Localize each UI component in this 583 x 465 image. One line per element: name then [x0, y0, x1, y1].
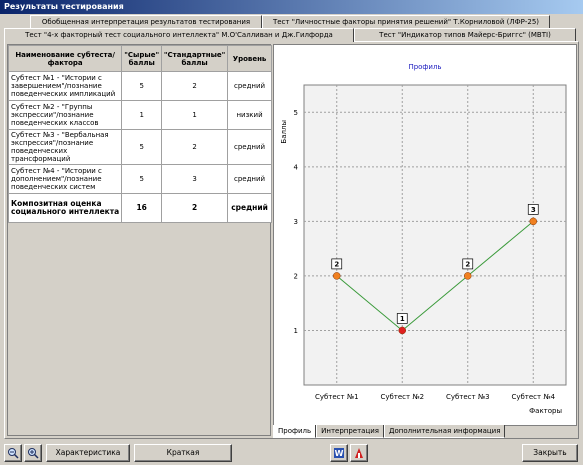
cell-raw: 1 — [121, 100, 163, 130]
cell-name: Субтест №4 - "Истории с дополнением"/поз… — [7, 164, 123, 194]
y-tick-label: 2 — [294, 272, 298, 280]
point-label: 2 — [465, 260, 470, 268]
bottom-toolbar: Характеристика Краткая характеристика W … — [0, 441, 583, 465]
y-axis-label: Баллы — [280, 120, 288, 144]
tab-additional-info[interactable]: Дополнительная информация — [383, 425, 506, 438]
table-row[interactable]: Субтест №2 - "Группы экспрессии"/познани… — [7, 100, 272, 130]
content-panel: Наименование субтеста/фактора "Сырые" ба… — [4, 41, 579, 439]
cell-raw: 5 — [121, 71, 163, 101]
data-point — [529, 217, 537, 226]
zoom-in-icon — [28, 448, 39, 459]
tab-interpretation[interactable]: Интерпретация — [316, 425, 384, 438]
x-tick-label: Субтест №2 — [380, 393, 424, 401]
cell-level: низкий — [227, 100, 272, 130]
cell-name: Субтест №3 - "Вербальная экспрессия"/поз… — [7, 129, 123, 165]
cell-level: средний — [227, 71, 272, 101]
word-export-icon: W — [334, 448, 344, 458]
results-table: Наименование субтеста/фактора "Сырые" ба… — [7, 44, 272, 436]
y-tick-label: 5 — [294, 109, 298, 117]
pdf-export-button[interactable] — [350, 444, 368, 462]
cell-standard: 3 — [161, 164, 229, 194]
svg-text:W: W — [335, 449, 344, 458]
header-standard: "Стандартные" баллы — [161, 45, 229, 72]
chart-title: Профиль — [408, 63, 441, 71]
short-characteristic-button[interactable]: Краткая характеристика — [134, 444, 232, 465]
tab-overall-interpretation[interactable]: Обобщенная интерпретация результатов тес… — [30, 15, 262, 28]
pdf-export-icon — [355, 448, 363, 458]
header-name: Наименование субтеста/фактора — [7, 45, 123, 72]
cell-standard: 2 — [161, 71, 229, 101]
y-tick-labels: 1 2 3 4 5 — [294, 109, 299, 335]
window-title: Результаты тестирования — [0, 0, 583, 14]
cell-raw: 5 — [121, 129, 163, 165]
close-button[interactable]: Закрыть — [522, 444, 578, 462]
y-tick-label: 1 — [294, 327, 298, 335]
header-level: Уровень — [227, 45, 272, 72]
cell-raw: 16 — [121, 193, 163, 223]
zoom-in-button[interactable] — [24, 444, 42, 462]
tab-row-bottom: Тест "4-х факторный тест социального инт… — [4, 28, 576, 42]
cell-level: средний — [227, 129, 272, 165]
data-point — [398, 326, 406, 335]
cell-raw: 5 — [121, 164, 163, 194]
cell-standard: 1 — [161, 100, 229, 130]
profile-chart-svg: Профиль 12345 Субтест №1 Субтест №2 Субтес… — [280, 63, 567, 415]
zoom-out-button[interactable] — [4, 444, 22, 462]
x-tick-label: Субтест №4 — [511, 393, 555, 401]
profile-chart: Профиль 12345 Субтест №1 Субтест №2 Субтес… — [273, 44, 577, 426]
y-tick-label: 3 — [294, 218, 298, 226]
table-row[interactable]: Субтест №3 - "Вербальная экспрессия"/поз… — [7, 129, 272, 165]
table-row-composite[interactable]: Композитная оценка социального интеллект… — [7, 193, 272, 223]
tab-mbti[interactable]: Тест "Индикатор типов Майерс-Бриггс" (MB… — [354, 28, 576, 41]
table-row[interactable]: Субтест №1 - "Истории с завершением"/поз… — [7, 71, 272, 101]
characteristic-button[interactable]: Характеристика — [46, 444, 130, 462]
x-axis-label: Факторы — [529, 407, 562, 415]
plot-area — [303, 84, 567, 386]
tab-profile[interactable]: Профиль — [273, 425, 317, 438]
cell-name: Композитная оценка социального интеллект… — [7, 193, 123, 223]
point-label: 1 — [400, 315, 405, 323]
cell-level: средний — [227, 164, 272, 194]
cell-standard: 2 — [161, 129, 229, 165]
zoom-out-icon — [8, 448, 19, 459]
word-export-button[interactable]: W — [330, 444, 348, 462]
bottom-tabs: Профиль Интерпретация Дополнительная инф… — [273, 425, 506, 438]
y-tick-label: 4 — [294, 163, 299, 171]
x-tick-labels: Субтест №1 Субтест №2 Субтест №3 Субтест №4 — [315, 393, 556, 401]
x-tick-label: Субтест №3 — [446, 393, 490, 401]
header-raw: "Сырые" баллы — [121, 45, 163, 72]
cell-name: Субтест №2 - "Группы экспрессии"/познани… — [7, 100, 123, 130]
tab-lfr25[interactable]: Тест "Личностные факторы принятия решени… — [262, 15, 550, 28]
cell-name: Субтест №1 - "Истории с завершением"/поз… — [7, 71, 123, 101]
tab-row-top: Обобщенная интерпретация результатов тес… — [30, 15, 550, 28]
point-label: 3 — [531, 206, 536, 214]
cell-standard: 2 — [161, 193, 229, 223]
table-row[interactable]: Субтест №4 - "Истории с дополнением"/поз… — [7, 164, 272, 194]
data-point — [464, 272, 472, 280]
data-point — [333, 272, 341, 280]
tab-social-intelligence[interactable]: Тест "4-х факторный тест социального инт… — [4, 28, 354, 42]
cell-level: средний — [227, 193, 272, 223]
point-label: 2 — [334, 260, 339, 268]
x-tick-label: Субтест №1 — [315, 393, 359, 401]
